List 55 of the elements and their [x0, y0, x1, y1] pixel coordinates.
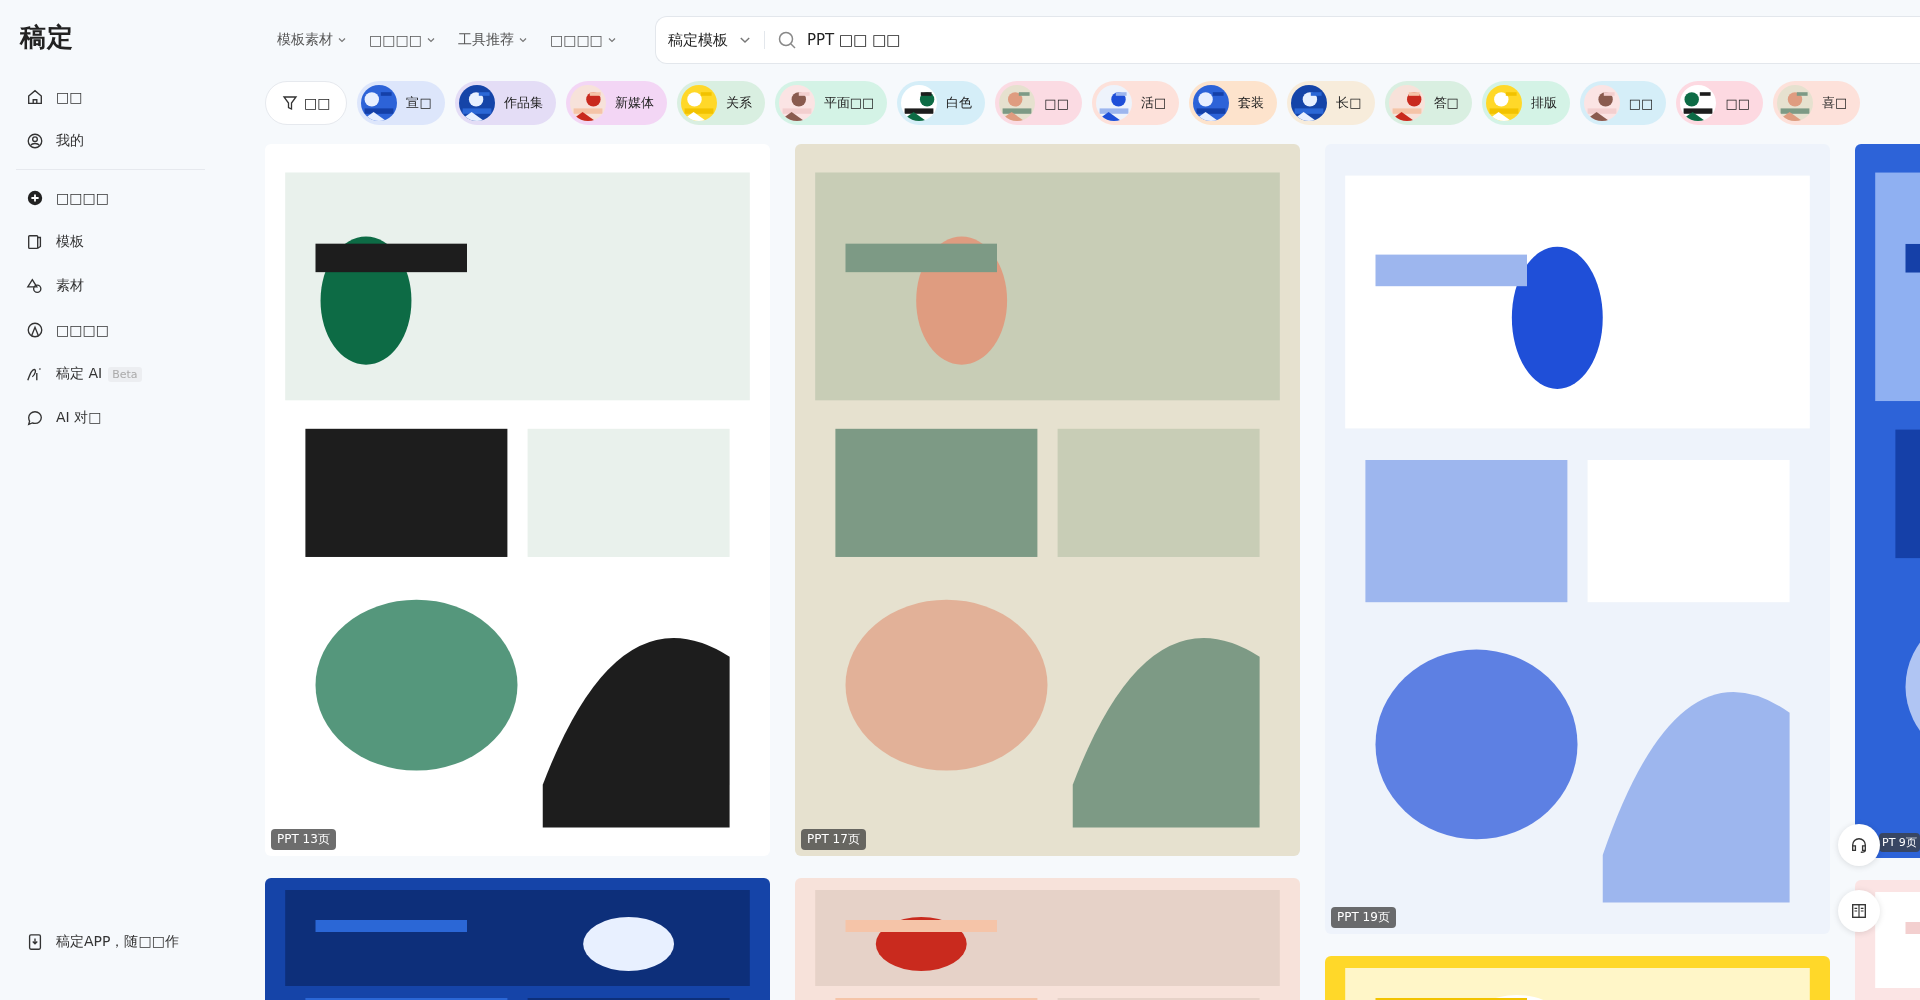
nav-menu[interactable]: □□□□ [369, 31, 436, 49]
logo[interactable]: 稿定 [20, 20, 215, 55]
app-download-link[interactable]: 稿定APP，随□□作 [16, 920, 215, 964]
page-count-badge: PPT 17页 [801, 829, 866, 850]
sidebar-item[interactable]: □□□□ [16, 176, 215, 220]
category-chip[interactable]: 新媒体 [565, 81, 667, 125]
category-chip[interactable]: 排版 [1481, 81, 1570, 125]
sidebar-item[interactable]: 稿定 AI Beta [16, 352, 215, 396]
category-chip[interactable]: 白色 [897, 81, 986, 125]
plus-icon [26, 189, 44, 207]
home-icon [26, 88, 44, 106]
search-field[interactable]: 稿定模板 PPT □□ □□ [655, 16, 1920, 64]
support-button[interactable] [1838, 824, 1880, 866]
caret-icon [425, 35, 436, 45]
caret-icon [517, 35, 528, 45]
page-icon [26, 233, 44, 251]
filter-button[interactable]: □□ [265, 81, 348, 125]
book-icon [1850, 902, 1868, 920]
download-icon [26, 933, 44, 951]
filter-icon [282, 95, 298, 111]
pen-icon [26, 321, 44, 339]
sidebar-item[interactable]: AI 对□ [16, 396, 215, 440]
category-chip[interactable]: □□ [995, 81, 1082, 125]
category-chip[interactable]: □□ [1676, 81, 1763, 125]
category-chip[interactable]: 喜□ [1772, 81, 1861, 125]
category-chip[interactable]: □□ [1579, 81, 1667, 125]
category-chip[interactable]: 活□ [1091, 81, 1180, 125]
category-chip[interactable]: 套装 [1189, 81, 1278, 125]
page-count-badge: PT 9页 [1879, 833, 1920, 852]
caret-icon [337, 35, 347, 45]
guide-button[interactable] [1838, 890, 1880, 932]
category-chip[interactable]: 答□ [1384, 81, 1472, 125]
chat-icon [26, 409, 44, 427]
category-chip[interactable]: 长□ [1287, 81, 1375, 125]
category-chip[interactable]: 作品集 [454, 81, 556, 125]
category-chip[interactable]: 关系 [676, 81, 765, 125]
category-chip[interactable]: 平面□□ [774, 81, 888, 125]
sidebar-item[interactable]: 模板 [16, 220, 215, 264]
nav-menu[interactable]: 工具推荐 [457, 31, 528, 49]
sidebar-item[interactable]: □□ [16, 75, 215, 119]
user-icon [26, 132, 44, 150]
category-chip[interactable]: 宣□ [357, 81, 445, 125]
sidebar-item[interactable]: 素材 [16, 264, 215, 308]
sidebar-item[interactable]: 我的 [16, 119, 215, 163]
search-icon [777, 30, 797, 50]
nav-menu[interactable]: 模板素材 [277, 31, 347, 49]
page-count-badge: PPT 13页 [271, 829, 336, 850]
page-count-badge: PPT 19页 [1331, 907, 1396, 928]
sidebar-item[interactable]: □□□□ [16, 308, 215, 352]
beta-badge: Beta [108, 366, 142, 382]
shapes-icon [26, 277, 44, 295]
caret-icon [606, 35, 617, 45]
scope-dropdown[interactable]: 稿定模板 [656, 17, 764, 63]
nav-menu[interactable]: □□□□ [549, 31, 617, 49]
headset-icon [1850, 836, 1868, 854]
